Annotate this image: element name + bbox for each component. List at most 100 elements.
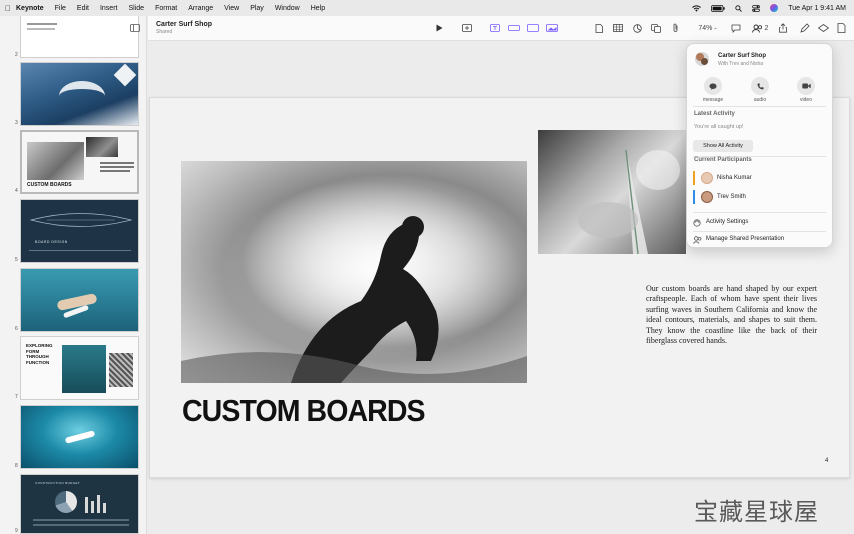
menu-slide[interactable]: Slide (128, 5, 144, 12)
attachment-button[interactable] (668, 22, 682, 34)
participant-row[interactable]: Nisha Kumar (693, 170, 827, 186)
comment-icon (731, 24, 741, 33)
format-button[interactable] (798, 22, 812, 34)
slide-thumbnail-7[interactable]: EXPLORING FORM THROUGH FUNCTION (20, 336, 139, 400)
sidebar-toggle-icon[interactable] (130, 24, 140, 32)
comment-box-button[interactable] (526, 22, 540, 34)
slide-number: 3 (15, 120, 18, 126)
comment-button[interactable] (729, 22, 743, 34)
menu-view[interactable]: View (224, 5, 239, 12)
participant-color-bar (693, 190, 695, 204)
video-label: video (800, 97, 812, 103)
collaboration-popover: Carter Surf Shop With Trev and Nisha mes… (686, 43, 833, 248)
phone-icon (757, 83, 763, 89)
menu-play[interactable]: Play (250, 5, 264, 12)
datetime[interactable]: Tue Apr 1 9:41 AM (788, 5, 846, 12)
document-button[interactable] (834, 22, 848, 34)
slide-number: 5 (15, 257, 18, 263)
shapes-button[interactable] (649, 22, 663, 34)
latest-activity-heading: Latest Activity (694, 111, 735, 117)
play-icon (436, 24, 442, 32)
animate-button[interactable] (816, 22, 830, 34)
text-button[interactable] (488, 22, 502, 34)
manage-shared-label: Manage Shared Presentation (706, 236, 785, 242)
message-label: message (702, 97, 724, 103)
paperclip-icon (673, 23, 677, 32)
add-slide-button[interactable] (460, 22, 474, 34)
menu-help[interactable]: Help (311, 5, 325, 12)
slide-page-number: 4 (825, 458, 829, 464)
slide-thumbnail-3[interactable] (20, 62, 139, 126)
participant-row[interactable]: Trev Smith (693, 189, 827, 205)
slide-title[interactable]: CUSTOM BOARDS (182, 393, 426, 429)
slide-number: 9 (15, 528, 18, 534)
slide-navigator: 2 3 4 CUSTOM BOARDS 5 BOARD DESIGN 6 7 E… (0, 16, 147, 534)
divider (693, 212, 826, 213)
group-name: Carter Surf Shop (718, 53, 767, 59)
document-subtitle: Shared (156, 29, 173, 35)
menu-file[interactable]: File (55, 5, 66, 12)
document-setup-button[interactable] (592, 22, 606, 34)
collaborate-button[interactable]: 2 (749, 22, 771, 34)
thumb-title: CONSTRUCTION BUDGET (35, 481, 81, 485)
share-button[interactable] (776, 22, 790, 34)
board-sketch-icon (29, 213, 133, 227)
slide-number: 6 (15, 326, 18, 332)
document-icon (837, 23, 845, 33)
slide-body-text[interactable]: Our custom boards are hand shaped by our… (646, 284, 817, 346)
slide-thumbnail-2[interactable] (20, 16, 139, 58)
zoom-menu[interactable]: 74% ⌄ (696, 22, 720, 34)
table-button[interactable] (611, 22, 625, 34)
play-button[interactable] (432, 22, 446, 34)
collab-count: 2 (764, 24, 769, 32)
wifi-icon[interactable] (692, 4, 702, 12)
watermark: 宝藏星球屋 (694, 498, 819, 526)
chevron-down-icon: ⌄ (713, 25, 718, 31)
avatar (701, 172, 713, 184)
menu-app-name[interactable]: Keynote (16, 5, 44, 12)
search-icon[interactable] (735, 4, 743, 12)
video-button[interactable] (797, 77, 815, 95)
menu-arrange[interactable]: Arrange (188, 5, 213, 12)
zoom-value: 74% (698, 24, 713, 32)
chart-button[interactable] (630, 22, 644, 34)
slide-number: 2 (15, 52, 18, 58)
settings-icon (693, 219, 701, 227)
video-camera-icon (801, 83, 811, 89)
thumb-title: CUSTOM BOARDS (27, 182, 72, 188)
activity-settings-label: Activity Settings (706, 219, 749, 225)
slide-thumbnail-5[interactable]: BOARD DESIGN (20, 199, 139, 263)
menu-insert[interactable]: Insert (100, 5, 118, 12)
siri-icon[interactable] (770, 4, 779, 12)
slide-thumbnail-8[interactable] (20, 405, 139, 469)
animate-icon (817, 24, 829, 32)
participant-name: Nisha Kumar (717, 175, 752, 181)
slide-thumbnail-6[interactable] (20, 268, 139, 332)
shape-button[interactable] (507, 22, 521, 34)
control-center-icon[interactable] (752, 4, 761, 12)
activity-settings-row[interactable]: Activity Settings (693, 217, 827, 229)
menu-window[interactable]: Window (275, 5, 300, 12)
manage-shared-row[interactable]: Manage Shared Presentation (693, 234, 827, 246)
slide-number: 4 (15, 188, 18, 194)
shape-icon (651, 23, 661, 33)
menu-edit[interactable]: Edit (77, 5, 89, 12)
audio-button[interactable] (751, 77, 769, 95)
add-slide-icon (462, 24, 472, 32)
media-button[interactable] (545, 22, 559, 34)
message-icon (709, 83, 717, 90)
media-icon (546, 24, 558, 32)
latest-activity-status: You're all caught up! (694, 124, 744, 130)
show-all-activity-button[interactable]: Show All Activity (693, 140, 753, 152)
board-shaping-photo[interactable] (538, 130, 686, 254)
battery-icon[interactable] (711, 4, 725, 12)
divider (693, 106, 826, 107)
apple-icon[interactable]:  (0, 4, 16, 13)
group-members: With Trev and Nisha (718, 61, 764, 67)
slide-thumbnail-9[interactable]: CONSTRUCTION BUDGET (20, 474, 139, 534)
menu-format[interactable]: Format (155, 5, 177, 12)
surfer-photo[interactable] (181, 161, 527, 383)
slide-thumbnail-4[interactable]: CUSTOM BOARDS (20, 130, 139, 194)
collaborate-icon (693, 236, 702, 244)
message-button[interactable] (704, 77, 722, 95)
